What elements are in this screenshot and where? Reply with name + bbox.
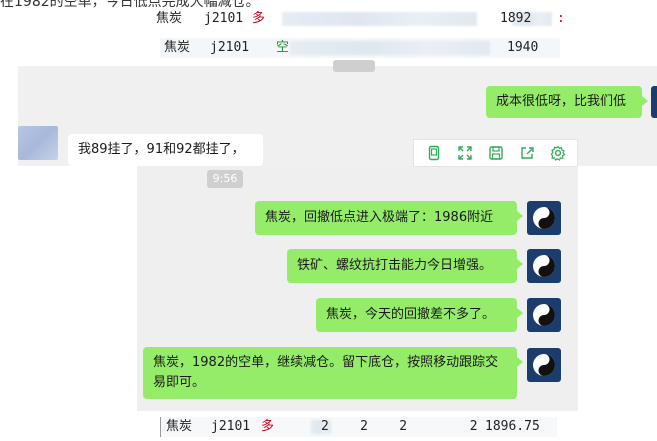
- stock-code: j2101: [210, 40, 250, 55]
- message-text: 成本很低呀，比我们低: [496, 94, 627, 109]
- settings-icon[interactable]: [547, 142, 569, 164]
- stock-price: 1896.75: [485, 419, 540, 434]
- stock-row: 焦炭 j2101 空 1940: [160, 38, 560, 58]
- timestamp: [333, 60, 375, 72]
- avatar[interactable]: [527, 348, 561, 382]
- stock-row: 焦炭 j2101 多 2 2 2 2 1896.75: [160, 417, 557, 437]
- avatar[interactable]: [527, 249, 561, 283]
- stock-name: 焦炭: [164, 40, 191, 55]
- stock-direction: 空: [276, 40, 290, 55]
- outgoing-message[interactable]: 焦炭，1982的空单，继续减仓。留下底仓，按照移动跟踪交易即可。: [143, 347, 523, 399]
- outgoing-message[interactable]: 铁矿、螺纹抗打击能力今日增强。: [287, 249, 523, 283]
- outgoing-message[interactable]: 焦炭，今天的回撤差不多了。: [316, 298, 523, 332]
- phone-icon[interactable]: [423, 142, 445, 164]
- stock-volume: 2 2 2 2: [321, 419, 478, 434]
- stock-mark: :: [557, 11, 565, 26]
- share-icon[interactable]: [516, 142, 538, 164]
- stock-row: 焦炭 j2101 多 1892 :: [152, 9, 565, 29]
- message-text: 我89挂了，91和92都挂了，: [78, 142, 245, 157]
- stock-direction: 多: [261, 419, 275, 434]
- avatar[interactable]: [651, 86, 657, 118]
- stock-code: j2101: [211, 419, 251, 434]
- save-icon[interactable]: [485, 142, 507, 164]
- fullscreen-icon[interactable]: [454, 142, 476, 164]
- outgoing-message[interactable]: 成本很低呀，比我们低: [486, 86, 648, 118]
- stock-price: 1892: [500, 11, 532, 26]
- avatar[interactable]: [18, 126, 58, 160]
- yin-yang-icon: [533, 255, 555, 277]
- stock-name: 焦炭: [156, 11, 183, 26]
- yin-yang-icon: [533, 207, 555, 229]
- timestamp: 9:56: [207, 170, 243, 188]
- outgoing-message[interactable]: 焦炭，回撤低点进入极端了：1986附近: [255, 201, 523, 235]
- stock-direction: 多: [252, 11, 266, 26]
- message-text: 铁矿、螺纹抗打击能力今日增强。: [297, 258, 493, 273]
- message-text: 焦炭，回撤低点进入极端了：1986附近: [265, 210, 494, 225]
- yin-yang-icon: [533, 304, 555, 326]
- message-text: 焦炭，1982的空单，继续减仓。留下底仓，按照移动跟踪交易即可。: [153, 355, 499, 390]
- yin-yang-icon: [533, 354, 555, 376]
- incoming-message[interactable]: 我89挂了，91和92都挂了，: [68, 134, 263, 166]
- avatar[interactable]: [527, 298, 561, 332]
- stock-code: j2101: [204, 11, 244, 26]
- message-toolbar: [413, 139, 578, 167]
- stock-name: 焦炭: [166, 419, 193, 434]
- message-text: 焦炭，今天的回撤差不多了。: [326, 307, 496, 322]
- stock-price: 1940: [507, 40, 539, 55]
- avatar[interactable]: [527, 201, 561, 235]
